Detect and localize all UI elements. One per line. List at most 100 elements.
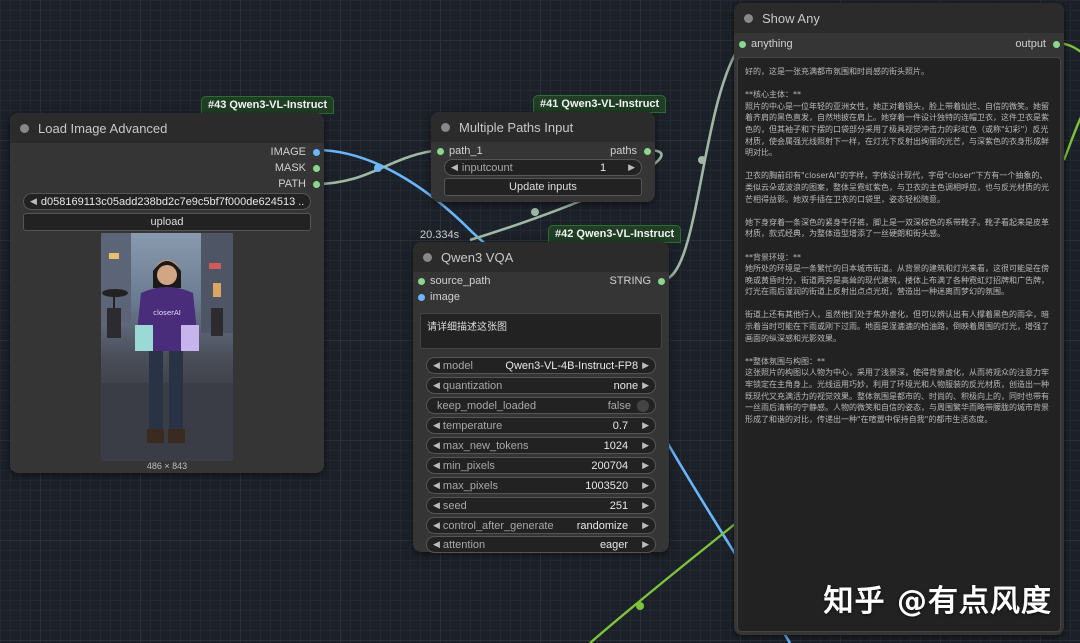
input-path-1-label: path_1 [449,145,483,157]
image-select-value: d058169113c05add238bd2c7e9c5bf7f000de624… [40,195,304,208]
input-anything[interactable]: anything [739,38,793,50]
arrow-right-icon[interactable]: ▶ [642,380,649,391]
upload-button[interactable]: upload [23,213,311,231]
output-paths[interactable]: paths [610,145,651,157]
output-path[interactable]: PATH [278,178,320,190]
node43-header[interactable]: Load Image Advanced [10,113,324,143]
show-any-header[interactable]: Show Any [734,3,1064,33]
input-image[interactable]: image [418,291,460,303]
reroute-dot [374,164,382,172]
output-image-slot-icon[interactable] [313,148,320,156]
model-select[interactable]: ◀ model Qwen3-VL-4B-Instruct-FP8 ▶ [426,357,656,374]
input-source-path-slot-icon[interactable] [418,277,425,285]
collapse-dot-icon[interactable] [423,252,432,262]
arrow-left-icon[interactable]: ◀ [433,380,440,391]
widget-value: 1003520 [585,479,629,492]
widget-label: keep_model_loaded [437,399,537,412]
toggle-knob-icon[interactable] [637,399,649,412]
node-multiple-paths-input[interactable]: Multiple Paths Input path_1 paths ◀ inpu… [431,112,655,202]
node-load-image-advanced[interactable]: Load Image Advanced IMAGE MASK PATH ◀ d0… [10,113,324,473]
node-show-any[interactable]: Show Any anything output 好的，这是一张充满都市氛围和时… [734,3,1064,635]
arrow-right-icon[interactable]: ▶ [642,480,649,491]
widget-value: 251 [609,499,629,512]
image-select[interactable]: ◀ d058169113c05add238bd2c7e9c5bf7f000de6… [23,193,311,210]
arrow-right-icon[interactable]: ▶ [642,360,649,371]
watermark: 知乎 @有点风度 [823,584,1052,619]
output-string-slot-icon[interactable] [658,277,665,285]
input-source-path[interactable]: source_path [418,275,491,287]
arrow-right-icon[interactable]: ▶ [642,539,649,550]
collapse-dot-icon[interactable] [20,123,29,133]
arrow-left-icon[interactable]: ◀ [30,196,37,207]
inputcount-stepper[interactable]: ◀ inputcount 1 ▶ [444,159,642,176]
arrow-left-icon[interactable]: ◀ [433,500,440,511]
shirt-logo-text: closerAI [153,309,181,317]
control-after-generate-select[interactable]: ◀ control_after_generate randomize ▶ [426,517,656,534]
widget-value: 0.7 [612,419,629,432]
widget-label: temperature [442,419,503,432]
arrow-right-icon[interactable]: ▶ [642,520,649,531]
arrow-right-icon[interactable]: ▶ [642,500,649,511]
arrow-right-icon[interactable]: ▶ [642,420,649,431]
output-string-label: STRING [609,275,651,287]
widget-label: min_pixels [442,459,495,472]
input-path-1-slot-icon[interactable] [437,147,444,155]
output-paths-slot-icon[interactable] [644,147,651,155]
seed-stepper[interactable]: ◀ seed 251 ▶ [426,497,656,514]
reroute-dot [531,208,539,216]
attention-select[interactable]: ◀ attention eager ▶ [426,536,656,553]
keep-model-loaded-toggle[interactable]: keep_model_loaded false [426,397,656,414]
arrow-right-icon[interactable]: ▶ [642,460,649,471]
update-inputs-button[interactable]: Update inputs [444,178,642,196]
output-string[interactable]: STRING [609,275,665,287]
collapse-dot-icon[interactable] [744,13,753,23]
input-image-slot-icon[interactable] [418,293,425,301]
arrow-left-icon[interactable]: ◀ [433,460,440,471]
inputcount-label: inputcount [461,161,513,174]
node41-badge: #41 Qwen3-VL-Instruct [533,95,667,113]
quantization-select[interactable]: ◀ quantization none ▶ [426,377,656,394]
arrow-left-icon[interactable]: ◀ [433,480,440,491]
widget-label: control_after_generate [442,519,554,532]
output-image[interactable]: IMAGE [271,146,320,158]
arrow-left-icon[interactable]: ◀ [433,440,440,451]
node43-badge: #43 Qwen3-VL-Instruct [201,96,335,114]
output-mask-slot-icon[interactable] [313,164,320,172]
widget-value: 1024 [603,439,629,452]
output-path-slot-icon[interactable] [313,180,320,188]
node41-header[interactable]: Multiple Paths Input [431,112,655,142]
widget-value: eager [599,538,629,551]
show-any-text[interactable]: 好的，这是一张充满都市氛围和时尚感的街头照片。 **核心主体：** 照片的中心是… [737,57,1061,632]
arrow-left-icon[interactable]: ◀ [433,360,440,371]
min-pixels-stepper[interactable]: ◀ min_pixels 200704 ▶ [426,457,656,474]
widget-label: quantization [442,379,503,392]
prompt-textarea[interactable]: 请详细描述这张图 [420,313,662,349]
node-qwen3-vqa[interactable]: Qwen3 VQA source_path image STRING 请详细描述… [413,242,669,553]
widget-label: seed [442,499,467,512]
arrow-left-icon[interactable]: ◀ [451,162,458,173]
arrow-left-icon[interactable]: ◀ [433,520,440,531]
node42-timing: 20.334s [420,229,460,241]
arrow-right-icon[interactable]: ▶ [642,440,649,451]
arrow-right-icon[interactable]: ▶ [628,162,635,173]
input-path-1[interactable]: path_1 [437,145,483,157]
input-image-label: image [430,291,460,303]
node43-title: Load Image Advanced [38,120,168,136]
output-output[interactable]: output [1015,38,1060,50]
max-pixels-stepper[interactable]: ◀ max_pixels 1003520 ▶ [426,477,656,494]
collapse-dot-icon[interactable] [441,122,450,132]
node42-header[interactable]: Qwen3 VQA [413,242,669,272]
max-new-tokens-stepper[interactable]: ◀ max_new_tokens 1024 ▶ [426,437,656,454]
output-mask[interactable]: MASK [275,162,320,174]
arrow-left-icon[interactable]: ◀ [433,539,440,550]
output-output-slot-icon[interactable] [1053,40,1060,48]
input-anything-slot-icon[interactable] [739,40,746,48]
show-any-title: Show Any [762,10,820,26]
node42-badge: #42 Qwen3-VL-Instruct [548,225,682,243]
widget-value: randomize [576,519,629,532]
arrow-left-icon[interactable]: ◀ [433,420,440,431]
temperature-stepper[interactable]: ◀ temperature 0.7 ▶ [426,417,656,434]
output-output-label: output [1015,38,1046,50]
output-paths-label: paths [610,145,637,157]
node41-title: Multiple Paths Input [459,119,574,135]
